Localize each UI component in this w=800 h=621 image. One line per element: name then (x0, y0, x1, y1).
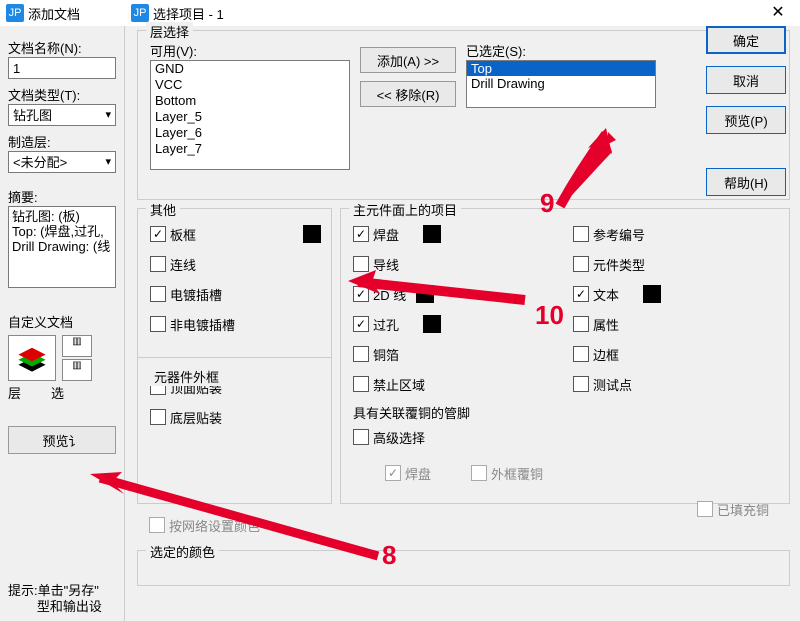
add-button[interactable]: 添加(A) >> (360, 47, 456, 73)
checkbox-trace[interactable] (353, 256, 369, 272)
hint-text: 提示:单击"另存" 型和输出设 (8, 583, 102, 615)
mfg-layer-combo[interactable]: <未分配> (8, 151, 116, 173)
doc-name-input[interactable] (8, 57, 116, 79)
checkbox-assoc-pad (385, 465, 401, 481)
help-button[interactable]: 帮助(H) (706, 168, 786, 196)
preview-button[interactable]: 预览(P) (706, 106, 786, 134)
checkbox-refdes[interactable] (573, 226, 589, 242)
list-item[interactable]: Layer_7 (151, 141, 349, 157)
left-dialog-title: 添加文档 (28, 4, 80, 23)
checkbox-connection[interactable] (150, 256, 166, 272)
ok-button[interactable]: 确定 (706, 26, 786, 54)
checkbox-border[interactable] (573, 346, 589, 362)
selected-listbox[interactable]: Top Drill Drawing (466, 60, 656, 108)
select-items-dialog: 层选择 可用(V): GND VCC Bottom Layer_5 Layer_… (125, 26, 800, 621)
sub-label-sel: 选 (51, 383, 64, 402)
assoc-copper-title: 具有关联覆铜的管脚 (353, 403, 779, 422)
checkbox-plated-slot[interactable] (150, 286, 166, 302)
checkbox-board-outline[interactable] (150, 226, 166, 242)
app-icon: JP (131, 4, 149, 22)
list-item[interactable]: Bottom (151, 93, 349, 109)
preview-settings-button[interactable]: 预览讠 (8, 426, 116, 454)
checkbox-2dline[interactable] (353, 286, 369, 302)
color-swatch[interactable] (416, 285, 434, 303)
checkbox-pad[interactable] (353, 226, 369, 242)
comp-group-title: 主元件面上的项目 (349, 200, 461, 219)
close-icon[interactable]: ✕ (756, 0, 800, 26)
color-swatch[interactable] (423, 225, 441, 243)
checkbox-attr[interactable] (573, 316, 589, 332)
remove-button[interactable]: << 移除(R) (360, 81, 456, 107)
checkbox-outline-copper (471, 465, 487, 481)
checkbox-keepout[interactable] (353, 376, 369, 392)
small-icon-1[interactable]: ▥ (62, 335, 92, 357)
main-dialog-title: 选择项目 - 1 (153, 4, 224, 23)
custom-doc-label: 自定义文档 (8, 312, 116, 331)
doc-type-combo[interactable]: 钻孔图 (8, 104, 116, 126)
cancel-button[interactable]: 取消 (706, 66, 786, 94)
checkbox-via[interactable] (353, 316, 369, 332)
list-item[interactable]: Drill Drawing (467, 76, 655, 91)
available-listbox[interactable]: GND VCC Bottom Layer_5 Layer_6 Layer_7 (150, 60, 350, 170)
add-document-dialog: 文档名称(N): 文档类型(T): 钻孔图 制造层: <未分配> 摘要: 钻孔图… (0, 26, 125, 621)
checkbox-advanced[interactable] (353, 429, 369, 445)
selected-color-title: 选定的颜色 (146, 542, 219, 561)
checkbox-testpoint[interactable] (573, 376, 589, 392)
checkbox-text[interactable] (573, 286, 589, 302)
checkbox-nonplated-slot[interactable] (150, 316, 166, 332)
sub-label-layer: 层 (8, 383, 21, 402)
list-item[interactable]: Layer_5 (151, 109, 349, 125)
color-swatch[interactable] (303, 225, 321, 243)
list-item[interactable]: Top (467, 61, 655, 76)
list-item[interactable]: Layer_6 (151, 125, 349, 141)
outline-subgroup-title: 元器件外框 (150, 367, 223, 386)
checkbox-comptype[interactable] (573, 256, 589, 272)
color-swatch[interactable] (423, 315, 441, 333)
available-label: 可用(V): (150, 41, 350, 60)
summary-box: 钻孔图: (板) Top: (焊盘,过孔, Drill Drawing: (线 (8, 206, 116, 288)
list-item[interactable]: VCC (151, 77, 349, 93)
checkbox-filled-copper (697, 501, 713, 517)
selected-label: 已选定(S): (466, 41, 656, 60)
color-swatch[interactable] (643, 285, 661, 303)
small-icon-2[interactable]: ▥ (62, 359, 92, 381)
checkbox-net-color (149, 517, 165, 533)
doc-name-label: 文档名称(N): (8, 38, 116, 57)
doc-type-label: 文档类型(T): (8, 85, 116, 104)
layers-icon-button[interactable] (8, 335, 56, 381)
list-item[interactable]: GND (151, 61, 349, 77)
layer-group-title: 层选择 (146, 22, 193, 41)
checkbox-bottom-mount[interactable] (150, 409, 166, 425)
app-icon: JP (6, 4, 24, 22)
mfg-layer-label: 制造层: (8, 132, 116, 151)
summary-label: 摘要: (8, 187, 116, 206)
net-color-label: 按网络设置颜色 (169, 516, 260, 535)
other-group-title: 其他 (146, 200, 180, 219)
checkbox-copper[interactable] (353, 346, 369, 362)
